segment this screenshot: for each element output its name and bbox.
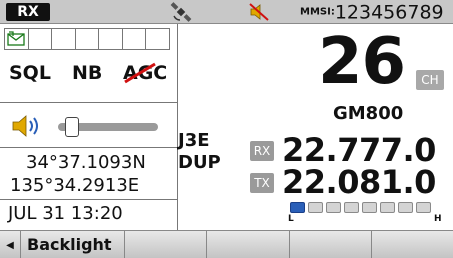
- indicator-cell: [74, 29, 99, 49]
- rx-frequency: 22.777.0: [282, 131, 436, 169]
- power-segment: [398, 202, 413, 213]
- date-time-readout: JUL 31 13:20: [8, 203, 123, 224]
- indicator-cell: [51, 29, 75, 49]
- power-segment: [326, 202, 341, 213]
- power-low-label: L: [288, 214, 294, 224]
- arrow-left-icon: ◀: [6, 239, 14, 251]
- power-segment: [380, 202, 395, 213]
- power-segment: [362, 202, 377, 213]
- indicator-cell: [27, 29, 52, 49]
- tx-frequency-tag: TX: [250, 173, 274, 193]
- soft-key-bar: ◀ Backlight: [0, 230, 453, 258]
- power-segment: [308, 202, 323, 213]
- status-bar: RX MMSI:123456789: [0, 0, 453, 24]
- speaker-muted-icon: [249, 3, 269, 21]
- latitude-readout: 34°37.1093N: [26, 152, 146, 173]
- power-segment: [344, 202, 359, 213]
- indicator-cell: [145, 29, 169, 49]
- volume-slider-knob[interactable]: [64, 117, 79, 137]
- longitude-readout: 135°34.2913E: [10, 175, 140, 196]
- indicator-row: [4, 28, 170, 50]
- channel-group: GM800: [333, 103, 404, 124]
- mode-emission: J3E: [178, 130, 210, 151]
- indicator-cell: [98, 29, 122, 49]
- channel-number: 26: [318, 25, 406, 99]
- mode-duplex: DUP: [178, 152, 221, 173]
- divider: [0, 199, 178, 200]
- soft-key-2[interactable]: [124, 231, 206, 258]
- scroll-left-key[interactable]: ◀: [0, 231, 20, 258]
- agc-off-strike: [124, 62, 156, 84]
- mmsi-label: MMSI:: [300, 6, 335, 18]
- power-segment: [416, 202, 431, 213]
- indicator-cell: [121, 29, 146, 49]
- soft-key-5[interactable]: [370, 231, 453, 258]
- function-indicators: SQL NB AGC: [9, 62, 174, 88]
- backlight-key[interactable]: Backlight: [20, 231, 124, 258]
- mmsi-value: 123456789: [334, 1, 444, 24]
- sql-indicator: SQL: [9, 62, 51, 84]
- indicator-cell: [5, 29, 28, 49]
- satellite-icon: [170, 2, 192, 22]
- rx-frequency-tag: RX: [250, 141, 274, 161]
- power-high-label: H: [434, 214, 442, 224]
- divider: [0, 147, 178, 148]
- divider: [0, 102, 178, 103]
- power-level-bar: [290, 202, 440, 214]
- rx-status-badge: RX: [6, 3, 50, 21]
- soft-key-3[interactable]: [206, 231, 288, 258]
- soft-key-4[interactable]: [288, 231, 371, 258]
- tx-frequency: 22.081.0: [282, 163, 436, 201]
- operating-mode: J3E DUP: [178, 130, 221, 174]
- volume-icon: [12, 115, 38, 137]
- channel-badge: CH: [416, 70, 444, 90]
- power-segment: [290, 202, 305, 213]
- nb-indicator: NB: [72, 62, 103, 84]
- message-icon: [7, 31, 25, 46]
- mmsi-display: MMSI:123456789: [300, 0, 444, 24]
- left-panel: SQL NB AGC 34°37.1093N 135°34.2913E JUL …: [0, 24, 178, 230]
